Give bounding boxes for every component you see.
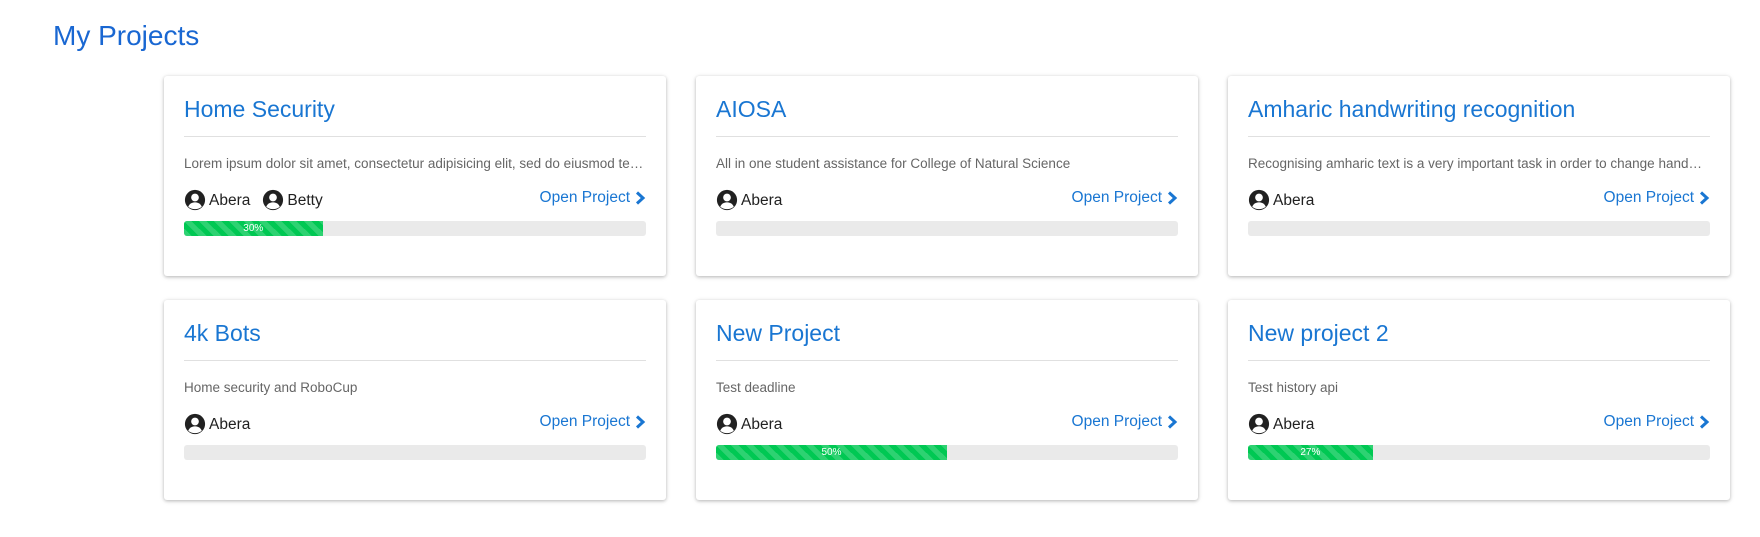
open-project-label: Open Project	[1071, 189, 1162, 206]
project-grid: Home Security Lorem ipsum dolor sit amet…	[164, 76, 1730, 500]
chevron-right-icon	[1167, 415, 1178, 429]
open-project-link[interactable]: Open Project	[1604, 413, 1710, 431]
progress-bar	[1248, 221, 1710, 236]
open-project-link[interactable]: Open Project	[540, 189, 646, 207]
member-list: Abera Betty	[184, 189, 335, 211]
member: Abera	[716, 413, 782, 435]
project-card: AIOSA All in one student assistance for …	[696, 76, 1198, 276]
member-name: Betty	[287, 192, 323, 209]
member-name: Abera	[741, 192, 783, 209]
member-list: Abera	[716, 413, 794, 435]
progress-bar: 30%	[184, 221, 646, 236]
member: Abera	[1248, 413, 1314, 435]
open-project-label: Open Project	[1603, 189, 1694, 206]
project-description: Home security and RoboCup	[184, 380, 358, 395]
project-title[interactable]: Amharic handwriting recognition	[1248, 76, 1710, 137]
open-project-label: Open Project	[1071, 413, 1162, 430]
user-avatar-icon	[184, 189, 206, 211]
member: Abera	[184, 189, 250, 211]
project-description: All in one student assistance for Colleg…	[716, 156, 1071, 171]
project-card: New Project Test deadline Abera Open Pro…	[696, 300, 1198, 500]
open-project-label: Open Project	[1603, 413, 1694, 430]
project-title[interactable]: New Project	[716, 300, 1178, 361]
member-list: Abera	[716, 189, 794, 211]
member-name: Abera	[209, 416, 251, 433]
progress-fill: 30%	[184, 221, 323, 236]
project-footer: Abera Open Project	[1248, 187, 1710, 213]
open-project-link[interactable]: Open Project	[1072, 189, 1178, 207]
member: Abera	[716, 189, 782, 211]
progress-bar: 50%	[716, 445, 1178, 460]
open-project-link[interactable]: Open Project	[540, 413, 646, 431]
member-name: Abera	[741, 416, 783, 433]
progress-bar	[716, 221, 1178, 236]
open-project-link[interactable]: Open Project	[1604, 189, 1710, 207]
chevron-right-icon	[1699, 191, 1710, 205]
project-title[interactable]: 4k Bots	[184, 300, 646, 361]
project-footer: Abera Open Project	[716, 187, 1178, 213]
project-title[interactable]: AIOSA	[716, 76, 1178, 137]
project-description: Lorem ipsum dolor sit amet, consectetur …	[184, 156, 646, 171]
project-title[interactable]: Home Security	[184, 76, 646, 137]
chevron-right-icon	[635, 415, 646, 429]
project-title[interactable]: New project 2	[1248, 300, 1710, 361]
progress-fill: 50%	[716, 445, 947, 460]
member: Abera	[1248, 189, 1314, 211]
page-title: My Projects	[53, 20, 200, 51]
open-project-label: Open Project	[539, 413, 630, 430]
project-card: 4k Bots Home security and RoboCup Abera …	[164, 300, 666, 500]
member-name: Abera	[209, 192, 251, 209]
member-name: Abera	[1273, 192, 1315, 209]
open-project-link[interactable]: Open Project	[1072, 413, 1178, 431]
user-avatar-icon	[263, 189, 284, 211]
project-footer: Abera Open Project	[1248, 411, 1710, 437]
project-description: Test deadline	[716, 380, 796, 395]
project-card: Home Security Lorem ipsum dolor sit amet…	[164, 76, 666, 276]
project-card: New project 2 Test history api Abera Ope…	[1228, 300, 1730, 500]
project-footer: Abera Betty Open Project	[184, 187, 646, 213]
member-list: Abera	[1248, 189, 1326, 211]
project-footer: Abera Open Project	[716, 411, 1178, 437]
project-description: Test history api	[1248, 380, 1339, 395]
chevron-right-icon	[1167, 191, 1178, 205]
project-footer: Abera Open Project	[184, 411, 646, 437]
member: Abera	[184, 413, 250, 435]
project-description: Recognising amharic text is a very impor…	[1248, 156, 1710, 171]
member-list: Abera	[184, 413, 262, 435]
open-project-label: Open Project	[539, 189, 630, 206]
user-avatar-icon	[1248, 189, 1270, 211]
member-name: Abera	[1273, 416, 1315, 433]
user-avatar-icon	[716, 413, 738, 435]
member: Betty	[262, 189, 323, 211]
user-avatar-icon	[1248, 413, 1270, 435]
user-avatar-icon	[716, 189, 738, 211]
progress-bar	[184, 445, 646, 460]
chevron-right-icon	[635, 191, 646, 205]
user-avatar-icon	[184, 413, 206, 435]
progress-fill: 27%	[1248, 445, 1373, 460]
member-list: Abera	[1248, 413, 1326, 435]
chevron-right-icon	[1699, 415, 1710, 429]
project-card: Amharic handwriting recognition Recognis…	[1228, 76, 1730, 276]
progress-bar: 27%	[1248, 445, 1710, 460]
